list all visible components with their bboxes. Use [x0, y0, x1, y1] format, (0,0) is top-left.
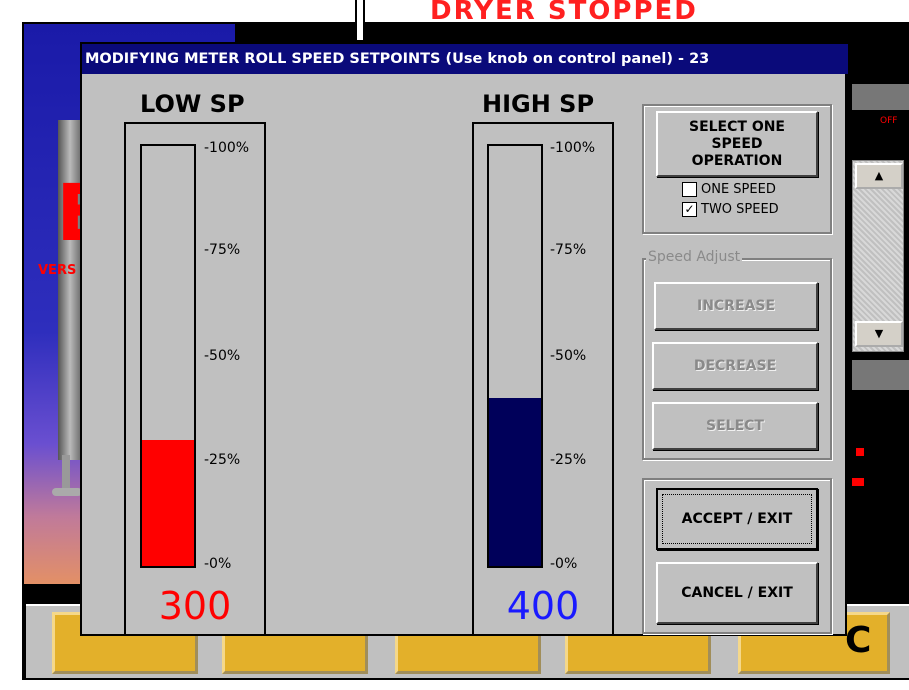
background-scrollbar[interactable]: ▲ ▼ — [852, 160, 904, 352]
low-sp-level-fill — [142, 440, 194, 566]
low-tick-50: -50% — [204, 348, 241, 364]
background-version-label: VERS — [38, 263, 77, 278]
high-tick-50: -50% — [550, 348, 587, 364]
low-tick-25: -25% — [204, 452, 241, 468]
one-speed-check-box[interactable] — [682, 182, 697, 197]
alarm-marker — [852, 478, 864, 486]
low-sp-gauge — [140, 144, 196, 568]
background-right-header-2 — [852, 360, 909, 390]
scroll-up-button[interactable]: ▲ — [855, 163, 903, 189]
increase-button[interactable]: INCREASE — [654, 282, 818, 330]
background-divider — [355, 0, 365, 40]
high-sp-value: 400 — [506, 584, 580, 628]
one-speed-checkbox[interactable]: ONE SPEED — [682, 182, 776, 197]
high-sp-level-fill — [489, 398, 541, 566]
high-tick-75: -75% — [550, 242, 587, 258]
one-speed-label: ONE SPEED — [701, 182, 776, 197]
cancel-exit-button[interactable]: CANCEL / EXIT — [656, 562, 818, 624]
decrease-button[interactable]: DECREASE — [652, 342, 818, 390]
low-sp-value: 300 — [158, 584, 232, 628]
low-tick-75: -75% — [204, 242, 241, 258]
two-speed-label: TWO SPEED — [701, 202, 779, 217]
toolbar-letter: C — [845, 620, 872, 661]
low-tick-100: -100% — [204, 140, 250, 156]
select-one-speed-button[interactable]: SELECT ONE SPEED OPERATION — [656, 111, 818, 177]
high-sp-gauge — [487, 144, 543, 568]
speed-adjust-legend: Speed Adjust — [646, 249, 743, 265]
meter-roll-speed-dialog: MODIFYING METER ROLL SPEED SETPOINTS (Us… — [80, 42, 848, 636]
high-sp-label: HIGH SP — [482, 90, 595, 118]
background-right-header — [852, 84, 909, 110]
accept-exit-button[interactable]: ACCEPT / EXIT — [656, 488, 818, 550]
two-speed-check-box[interactable]: ✓ — [682, 202, 697, 217]
high-tick-0: -0% — [550, 556, 578, 572]
select-button[interactable]: SELECT — [652, 402, 818, 450]
dryer-status-text: DRYER STOPPED — [430, 0, 698, 24]
low-tick-0: -0% — [204, 556, 232, 572]
high-tick-25: -25% — [550, 452, 587, 468]
alarm-marker — [856, 448, 864, 456]
off-indicator: OFF — [880, 116, 898, 126]
dialog-title: MODIFYING METER ROLL SPEED SETPOINTS (Us… — [82, 44, 848, 74]
high-tick-100: -100% — [550, 140, 596, 156]
dryer-foot-graphic — [52, 488, 82, 496]
two-speed-checkbox[interactable]: ✓ TWO SPEED — [682, 202, 779, 217]
scroll-down-button[interactable]: ▼ — [855, 321, 903, 347]
low-sp-label: LOW SP — [140, 90, 245, 118]
